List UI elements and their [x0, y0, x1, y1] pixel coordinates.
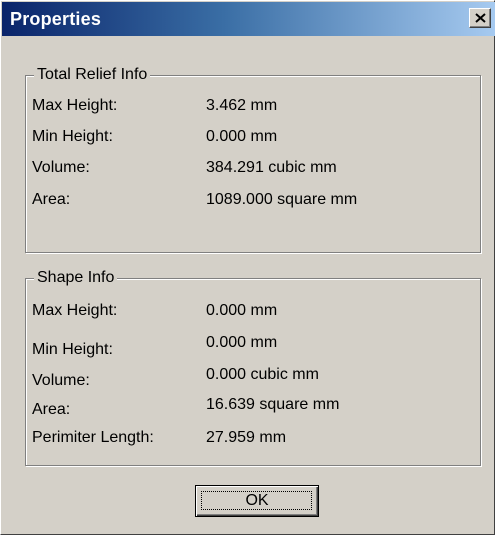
shape-info-row-perimeter: Perimiter Length: 27.959 mm [26, 427, 480, 449]
row-label: Volume: [32, 159, 90, 176]
row-value: 384.291 cubic mm [206, 159, 337, 176]
row-label: Max Height: [32, 97, 118, 114]
row-value: 3.462 mm [206, 97, 278, 114]
row-label: Min Height: [32, 341, 113, 358]
total-relief-group-title: Total Relief Info [34, 65, 151, 85]
shape-info-row-volume: Volume: 0.000 cubic mm [26, 364, 480, 389]
ok-button[interactable]: OK [195, 485, 319, 517]
shape-info-row-min-height: Min Height: 0.000 mm [26, 332, 480, 358]
shape-info-group: Shape Info Max Height: 0.000 mm Min Heig… [25, 268, 481, 466]
shape-info-group-title: Shape Info [34, 268, 118, 288]
total-relief-row-min-height: Min Height: 0.000 mm [26, 126, 480, 148]
total-relief-group: Total Relief Info Max Height: 3.462 mm M… [25, 65, 481, 253]
close-x-icon [475, 13, 486, 23]
row-value: 0.000 mm [206, 302, 278, 319]
total-relief-row-area: Area: 1089.000 square mm [26, 189, 480, 211]
row-value: 0.000 cubic mm [206, 366, 319, 383]
ok-button-label: OK [245, 492, 269, 509]
row-label: Volume: [32, 372, 90, 389]
properties-dialog: Properties Total Relief Info Max Height:… [0, 0, 495, 535]
shape-info-row-max-height: Max Height: 0.000 mm [26, 300, 480, 322]
dialog-title: Properties [10, 9, 102, 29]
row-label: Min Height: [32, 128, 113, 145]
title-bar[interactable]: Properties [2, 2, 495, 36]
row-value: 0.000 mm [206, 334, 278, 351]
total-relief-row-max-height: Max Height: 3.462 mm [26, 95, 480, 117]
row-label: Area: [32, 401, 71, 418]
close-button[interactable] [469, 8, 491, 28]
row-label: Max Height: [32, 302, 118, 319]
row-value: 1089.000 square mm [206, 191, 358, 208]
row-label: Area: [32, 191, 71, 208]
row-value: 0.000 mm [206, 128, 278, 145]
total-relief-row-volume: Volume: 384.291 cubic mm [26, 157, 480, 179]
row-value: 27.959 mm [206, 429, 287, 446]
row-label: Perimiter Length: [32, 429, 154, 446]
row-value: 16.639 square mm [206, 396, 340, 413]
shape-info-row-area: Area: 16.639 square mm [26, 394, 480, 418]
